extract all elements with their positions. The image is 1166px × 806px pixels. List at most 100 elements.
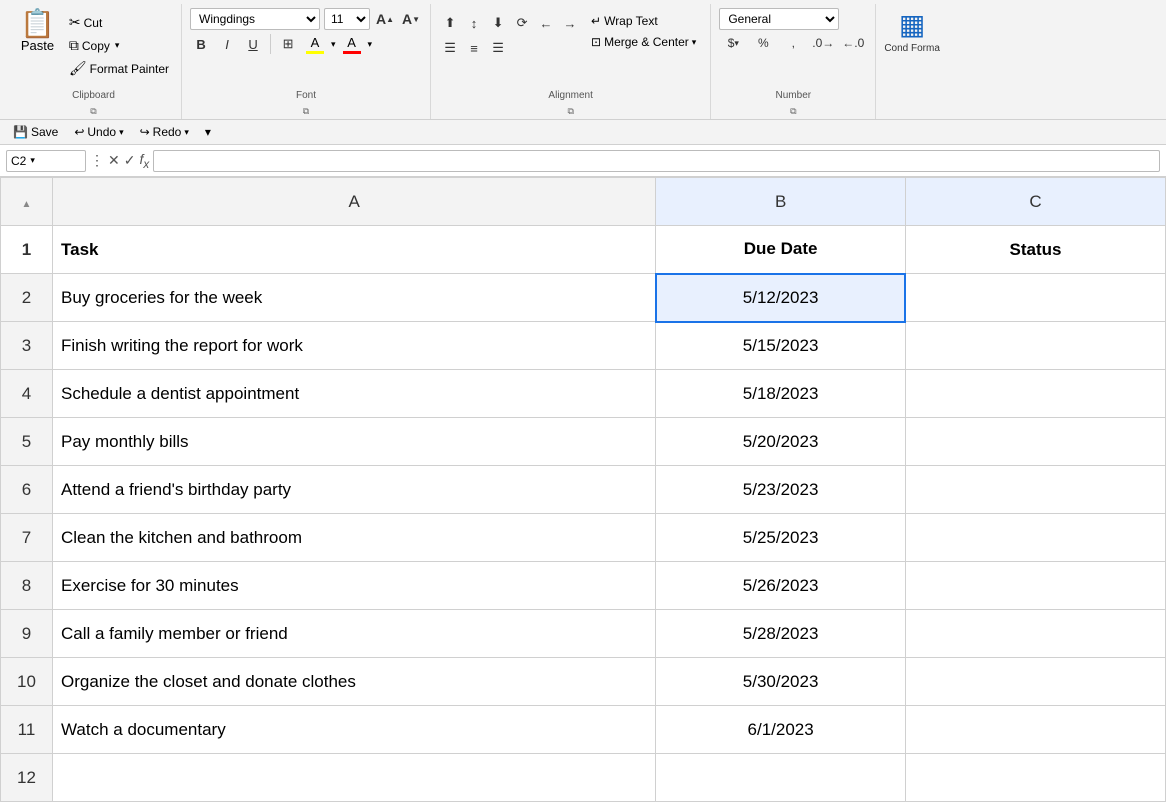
cell-a5[interactable]: Pay monthly bills — [53, 418, 656, 466]
fill-color-button[interactable]: A — [303, 34, 327, 55]
merge-center-button[interactable]: ⊡ Merge & Center ▾ — [585, 33, 702, 51]
cell-c6[interactable] — [905, 466, 1165, 514]
formula-confirm-icon[interactable]: ✓ — [124, 152, 136, 169]
row-header-1[interactable]: 1 — [1, 226, 53, 274]
cut-button[interactable]: ✂ Cut — [65, 12, 173, 33]
cell-a1[interactable]: Task — [53, 226, 656, 274]
align-center-button[interactable]: ≡ — [463, 37, 485, 59]
cell-c9[interactable] — [905, 610, 1165, 658]
row-header-3[interactable]: 3 — [1, 322, 53, 370]
cell-a6[interactable]: Attend a friend's birthday party — [53, 466, 656, 514]
decimal-decrease-button[interactable]: ←.0 — [839, 33, 867, 53]
row-header-12[interactable]: 12 — [1, 754, 53, 802]
cell-reference-box[interactable]: C2 ▾ — [6, 150, 86, 172]
cell-c7[interactable] — [905, 514, 1165, 562]
cell-c3[interactable] — [905, 322, 1165, 370]
cell-c4[interactable] — [905, 370, 1165, 418]
cell-a8[interactable]: Exercise for 30 minutes — [53, 562, 656, 610]
column-header-c[interactable]: C — [905, 178, 1165, 226]
decimal-increase-button[interactable]: .0→ — [809, 33, 837, 53]
merge-dropdown-icon[interactable]: ▾ — [692, 37, 697, 48]
font-name-select[interactable]: Wingdings — [190, 8, 320, 30]
font-color-button[interactable]: A — [340, 34, 364, 55]
cell-b6[interactable]: 5/23/2023 — [656, 466, 906, 514]
format-painter-button[interactable]: 🖌 Format Painter — [65, 58, 173, 79]
cell-b1[interactable]: Due Date — [656, 226, 906, 274]
font-size-decrease-button[interactable]: A▼ — [400, 8, 422, 30]
cell-c12[interactable] — [905, 754, 1165, 802]
cell-a4[interactable]: Schedule a dentist appointment — [53, 370, 656, 418]
cell-b2[interactable]: 5/12/2023 — [656, 274, 906, 322]
font-size-increase-button[interactable]: A▲ — [374, 8, 396, 30]
cell-c1[interactable]: Status — [905, 226, 1165, 274]
column-header-a[interactable]: A — [53, 178, 656, 226]
undo-button[interactable]: ↩ Undo ▾ — [69, 123, 128, 141]
text-angle-button[interactable]: ⟳ — [511, 12, 533, 34]
wrap-text-button[interactable]: ↵ Wrap Text — [585, 12, 702, 30]
cell-b11[interactable]: 6/1/2023 — [656, 706, 906, 754]
row-header-9[interactable]: 9 — [1, 610, 53, 658]
indent-increase-button[interactable]: → — [559, 12, 581, 34]
number-expand-icon[interactable]: ⧉ — [790, 106, 796, 117]
undo-dropdown-icon[interactable]: ▾ — [119, 127, 124, 138]
row-header-2[interactable]: 2 — [1, 274, 53, 322]
formula-cancel-icon[interactable]: ✕ — [108, 152, 120, 169]
cell-a12[interactable] — [53, 754, 656, 802]
bold-button[interactable]: B — [190, 33, 212, 55]
save-button[interactable]: 💾 Save — [8, 123, 63, 141]
italic-button[interactable]: I — [216, 33, 238, 55]
cell-b5[interactable]: 5/20/2023 — [656, 418, 906, 466]
cell-ref-dropdown[interactable]: ▾ — [30, 155, 35, 166]
customize-qa-button[interactable]: ▾ — [200, 123, 216, 141]
row-header-11[interactable]: 11 — [1, 706, 53, 754]
dollar-button[interactable]: $ ▾ — [719, 33, 747, 53]
cell-b7[interactable]: 5/25/2023 — [656, 514, 906, 562]
cell-b9[interactable]: 5/28/2023 — [656, 610, 906, 658]
cell-a11[interactable]: Watch a documentary — [53, 706, 656, 754]
fill-color-dropdown[interactable]: ▾ — [331, 39, 336, 50]
cell-a2[interactable]: Buy groceries for the week — [53, 274, 656, 322]
font-color-dropdown[interactable]: ▾ — [368, 39, 373, 50]
formula-input[interactable] — [153, 150, 1160, 172]
cell-b4[interactable]: 5/18/2023 — [656, 370, 906, 418]
cell-a3[interactable]: Finish writing the report for work — [53, 322, 656, 370]
row-header-5[interactable]: 5 — [1, 418, 53, 466]
cell-b3[interactable]: 5/15/2023 — [656, 322, 906, 370]
copy-button[interactable]: ⧉ Copy ▾ — [65, 35, 173, 56]
corner-cell[interactable]: ▲ — [1, 178, 53, 226]
alignment-expand-icon[interactable]: ⧉ — [567, 106, 573, 117]
number-format-select[interactable]: General — [719, 8, 839, 30]
redo-button[interactable]: ↪ Redo ▾ — [135, 123, 194, 141]
cell-b8[interactable]: 5/26/2023 — [656, 562, 906, 610]
redo-dropdown-icon[interactable]: ▾ — [184, 127, 189, 138]
align-top-button[interactable]: ⬆ — [439, 12, 461, 34]
cell-a9[interactable]: Call a family member or friend — [53, 610, 656, 658]
cell-b12[interactable] — [656, 754, 906, 802]
underline-button[interactable]: U — [242, 33, 264, 55]
borders-button[interactable]: ⊞ — [277, 33, 299, 55]
dollar-dropdown[interactable]: ▾ — [734, 38, 739, 49]
cell-b10[interactable]: 5/30/2023 — [656, 658, 906, 706]
font-expand-icon[interactable]: ⧉ — [303, 106, 309, 117]
row-header-10[interactable]: 10 — [1, 658, 53, 706]
comma-button[interactable]: , — [779, 33, 807, 53]
cell-c11[interactable] — [905, 706, 1165, 754]
align-middle-button[interactable]: ↕ — [463, 12, 485, 34]
formula-fx-icon[interactable]: fx — [139, 151, 149, 171]
column-header-b[interactable]: B — [656, 178, 906, 226]
align-right-button[interactable]: ☰ — [487, 37, 509, 59]
percent-button[interactable]: % — [749, 33, 777, 53]
cell-a10[interactable]: Organize the closet and donate clothes — [53, 658, 656, 706]
formula-more-icon[interactable]: ⋮ — [90, 152, 104, 169]
font-size-select[interactable]: 11 — [324, 8, 370, 30]
indent-decrease-button[interactable]: ← — [535, 12, 557, 34]
cell-c10[interactable] — [905, 658, 1165, 706]
cell-c2[interactable] — [905, 274, 1165, 322]
cell-a7[interactable]: Clean the kitchen and bathroom — [53, 514, 656, 562]
row-header-4[interactable]: 4 — [1, 370, 53, 418]
paste-button[interactable]: 📋 Paste — [14, 8, 61, 79]
cell-c8[interactable] — [905, 562, 1165, 610]
row-header-8[interactable]: 8 — [1, 562, 53, 610]
align-bottom-button[interactable]: ⬇ — [487, 12, 509, 34]
cell-c5[interactable] — [905, 418, 1165, 466]
